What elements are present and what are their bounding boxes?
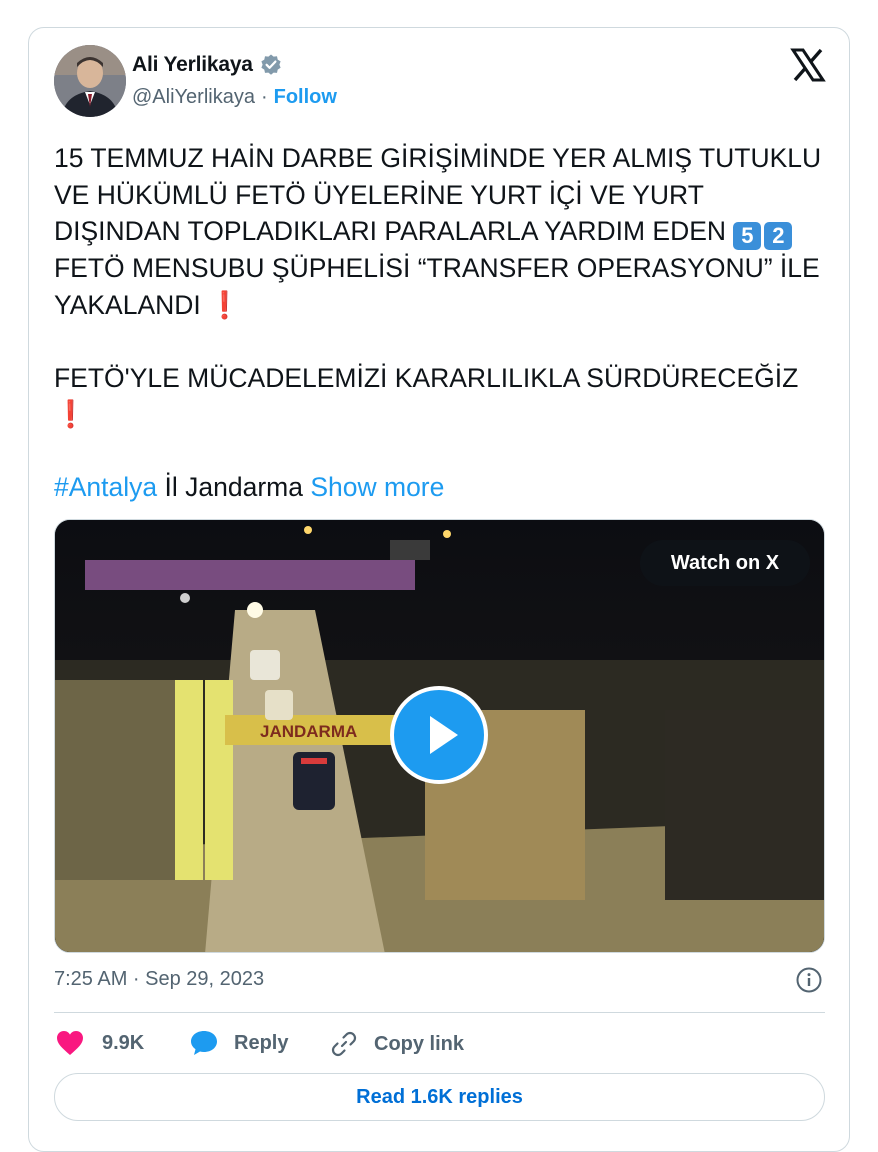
copy-link-action[interactable]: Copy link bbox=[330, 1030, 464, 1058]
follow-button[interactable]: Follow bbox=[274, 86, 337, 109]
author-handle[interactable]: @AliYerlikaya bbox=[132, 86, 255, 109]
tweet-text-part: 15 TEMMUZ HAİN DARBE GİRİŞİMİNDE YER ALM… bbox=[54, 143, 822, 246]
separator-dot: · bbox=[260, 86, 268, 108]
jandarma-sign: JANDARMA bbox=[260, 722, 357, 741]
verified-badge-icon bbox=[261, 54, 281, 75]
read-replies-button[interactable]: Read 1.6K replies bbox=[54, 1073, 825, 1121]
tweet-text: 15 TEMMUZ HAİN DARBE GİRİŞİMİNDE YER ALM… bbox=[54, 140, 834, 506]
tweet-text-part: FETÖ MENSUBU ŞÜPHELİSİ “TRANSFER OPERASY… bbox=[54, 253, 820, 320]
like-action[interactable]: 9.9K bbox=[56, 1030, 144, 1056]
x-logo-icon[interactable] bbox=[790, 47, 826, 83]
watch-on-x-button[interactable]: Watch on X bbox=[640, 540, 810, 586]
show-more-link[interactable]: Show more bbox=[310, 472, 444, 502]
hashtag-link[interactable]: #Antalya bbox=[54, 472, 157, 502]
tweet-timestamp[interactable]: 7:25 AM · Sep 29, 2023 bbox=[54, 968, 264, 991]
play-button[interactable] bbox=[390, 686, 488, 784]
keycap-digit-5: 5 bbox=[733, 222, 762, 250]
author-name[interactable]: Ali Yerlikaya bbox=[132, 53, 253, 77]
like-count: 9.9K bbox=[102, 1031, 145, 1054]
exclamation-icon: ❗ bbox=[208, 289, 242, 320]
heart-icon bbox=[57, 1031, 83, 1055]
keycap-digit-2: 2 bbox=[764, 222, 793, 250]
copy-link-label: Copy link bbox=[374, 1032, 465, 1055]
play-icon bbox=[430, 716, 458, 754]
link-icon bbox=[331, 1031, 357, 1057]
avatar-image bbox=[54, 45, 126, 117]
exclamation-icon: ❗ bbox=[54, 399, 87, 429]
tweet-paragraph-2: FETÖ'YLE MÜCADELEMİZİ KARARLILIKLA SÜRDÜ… bbox=[54, 360, 834, 433]
tweet-paragraph-3: #Antalya İl Jandarma Show more bbox=[54, 469, 834, 506]
tweet-text-part: İl Jandarma bbox=[164, 472, 303, 502]
info-icon[interactable] bbox=[795, 966, 823, 994]
tweet-paragraph-1: 15 TEMMUZ HAİN DARBE GİRİŞİMİNDE YER ALM… bbox=[54, 140, 834, 323]
reply-label: Reply bbox=[234, 1031, 289, 1054]
tweet-text-part: FETÖ'YLE MÜCADELEMİZİ KARARLILIKLA SÜRDÜ… bbox=[54, 362, 799, 393]
avatar[interactable] bbox=[54, 45, 126, 117]
divider bbox=[54, 1012, 825, 1013]
reply-action[interactable]: Reply bbox=[190, 1030, 288, 1056]
reply-bubble-icon bbox=[191, 1031, 217, 1055]
